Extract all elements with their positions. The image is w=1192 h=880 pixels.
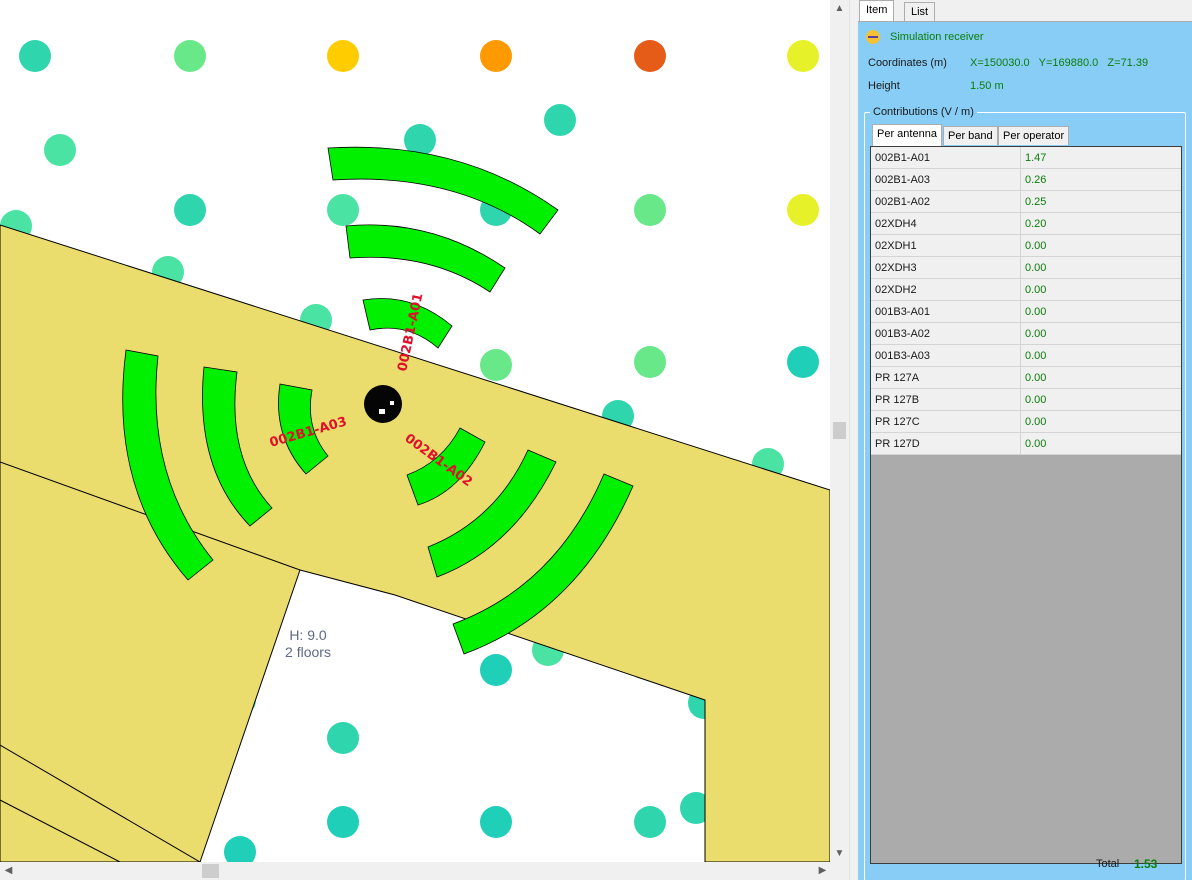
map-svg[interactable]: 002B1-A01 002B1-A03 002B1-A02 H: 9.0 2 f… xyxy=(0,0,830,862)
table-row[interactable]: PR 127D 0.00 xyxy=(871,433,1181,455)
tab-item[interactable]: Item xyxy=(859,0,895,21)
contribution-value-cell: 0.00 xyxy=(1025,372,1047,384)
contribution-value-cell: 0.00 xyxy=(1025,284,1047,296)
receiver-point[interactable] xyxy=(787,346,819,378)
antenna-name-cell: 001B3-A03 xyxy=(871,345,1021,367)
sector-a01-2[interactable] xyxy=(345,224,506,293)
table-row[interactable]: 001B3-A02 0.00 xyxy=(871,323,1181,345)
antenna-name-cell: 001B3-A01 xyxy=(871,301,1021,323)
scroll-up-arrow-icon[interactable]: ▲ xyxy=(830,0,849,17)
receiver-point[interactable] xyxy=(480,654,512,686)
antenna-name-cell: 02XDH1 xyxy=(871,235,1021,257)
antenna-name-cell: 02XDH4 xyxy=(871,213,1021,235)
receiver-point[interactable] xyxy=(224,836,256,862)
scroll-down-arrow-icon[interactable]: ▼ xyxy=(830,845,849,862)
antenna-name-cell: PR 127A xyxy=(871,367,1021,389)
table-row[interactable]: PR 127A 0.00 xyxy=(871,367,1181,389)
tab-per-antenna[interactable]: Per antenna xyxy=(872,124,942,146)
receiver-point[interactable] xyxy=(327,40,359,72)
height-value: 1.50 m xyxy=(970,80,1004,92)
contribution-value-cell: 0.25 xyxy=(1025,196,1047,208)
receiver-point[interactable] xyxy=(327,806,359,838)
receiver-point[interactable] xyxy=(327,194,359,226)
receiver-point[interactable] xyxy=(787,40,819,72)
tab-per-operator[interactable]: Per operator xyxy=(998,126,1070,145)
receiver-point[interactable] xyxy=(174,40,206,72)
table-row[interactable]: PR 127B 0.00 xyxy=(871,389,1181,411)
contribution-value-cell: 0.00 xyxy=(1025,438,1047,450)
antenna-name-cell: PR 127D xyxy=(871,433,1021,455)
receiver-point[interactable] xyxy=(787,194,819,226)
contribution-value-cell: 0.00 xyxy=(1025,416,1047,428)
tab-list[interactable]: List xyxy=(904,2,936,21)
contribution-value-cell: 0.00 xyxy=(1025,262,1047,274)
panel-splitter[interactable] xyxy=(849,0,858,880)
scroll-right-arrow-icon[interactable]: ▶ xyxy=(814,862,831,880)
antenna-name-cell: PR 127B xyxy=(871,389,1021,411)
contribution-value-cell: 0.00 xyxy=(1025,328,1047,340)
sector-a01-3[interactable] xyxy=(327,146,559,235)
receiver-point[interactable] xyxy=(634,194,666,226)
receiver-point[interactable] xyxy=(19,40,51,72)
contributions-table[interactable]: 002B1-A01 1.47 002B1-A03 0.26 002B1-A02 0.25 0… xyxy=(870,146,1182,864)
table-row[interactable]: PR 127C 0.00 xyxy=(871,411,1181,433)
table-row[interactable]: 001B3-A03 0.00 xyxy=(871,345,1181,367)
antenna-name-cell: 002B1-A02 xyxy=(871,191,1021,213)
horizontal-scroll-thumb[interactable] xyxy=(202,864,219,878)
antenna-name-cell: 001B3-A02 xyxy=(871,323,1021,345)
antenna-site[interactable] xyxy=(364,385,402,423)
receiver-point[interactable] xyxy=(634,806,666,838)
vertical-scroll-thumb[interactable] xyxy=(833,422,846,439)
contribution-value-cell: 0.00 xyxy=(1025,394,1047,406)
antenna-name-cell: 002B1-A01 xyxy=(871,147,1021,169)
map-canvas[interactable]: 002B1-A01 002B1-A03 002B1-A02 H: 9.0 2 f… xyxy=(0,0,830,862)
building-height-label: H: 9.0 xyxy=(289,627,327,643)
receiver-point[interactable] xyxy=(480,349,512,381)
total-value: 1.53 xyxy=(1134,857,1158,871)
receiver-title: Simulation receiver xyxy=(890,31,984,43)
table-row[interactable]: 02XDH2 0.00 xyxy=(871,279,1181,301)
table-row[interactable]: 002B1-A03 0.26 xyxy=(871,169,1181,191)
coordinates-label: Coordinates (m) xyxy=(868,57,947,69)
building-floors-label: 2 floors xyxy=(285,644,331,660)
receiver-point[interactable] xyxy=(634,346,666,378)
receiver-point[interactable] xyxy=(634,40,666,72)
table-row[interactable]: 02XDH4 0.20 xyxy=(871,213,1181,235)
panel-body: Simulation receiver Coordinates (m) X=15… xyxy=(858,21,1192,880)
height-label: Height xyxy=(868,80,900,92)
antenna-name-cell: PR 127C xyxy=(871,411,1021,433)
coordinates-value: X=150030.0 Y=169880.0 Z=71.39 xyxy=(970,57,1149,69)
antenna-name-cell: 02XDH2 xyxy=(871,279,1021,301)
properties-panel: Item List Simulation receiver Coordinate… xyxy=(858,0,1192,880)
contribution-value-cell: 0.26 xyxy=(1025,174,1047,186)
contributions-title: Contributions (V / m) xyxy=(870,106,977,118)
table-row[interactable]: 002B1-A01 1.47 xyxy=(871,147,1181,169)
receiver-point[interactable] xyxy=(327,722,359,754)
scroll-left-arrow-icon[interactable]: ◀ xyxy=(0,862,17,880)
receiver-point[interactable] xyxy=(544,104,576,136)
receiver-point[interactable] xyxy=(480,40,512,72)
map-horizontal-scrollbar[interactable]: ◀ ▶ xyxy=(0,862,849,880)
antenna-name-cell: 02XDH3 xyxy=(871,257,1021,279)
contribution-value-cell: 0.20 xyxy=(1025,218,1047,230)
receiver-point[interactable] xyxy=(174,194,206,226)
contribution-value-cell: 0.00 xyxy=(1025,350,1047,362)
table-row[interactable]: 001B3-A01 0.00 xyxy=(871,301,1181,323)
contribution-value-cell: 0.00 xyxy=(1025,306,1047,318)
table-row[interactable]: 02XDH1 0.00 xyxy=(871,235,1181,257)
contribution-value-cell: 1.47 xyxy=(1025,152,1047,164)
contribution-value-cell: 0.00 xyxy=(1025,240,1047,252)
receiver-point[interactable] xyxy=(44,134,76,166)
antenna-name-cell: 002B1-A03 xyxy=(871,169,1021,191)
table-row[interactable]: 002B1-A02 0.25 xyxy=(871,191,1181,213)
receiver-icon xyxy=(866,30,880,44)
receiver-point[interactable] xyxy=(480,806,512,838)
map-vertical-scrollbar[interactable]: ▲ ▼ xyxy=(830,0,849,862)
total-label: Total xyxy=(1096,858,1120,870)
tab-per-band[interactable]: Per band xyxy=(943,126,998,145)
table-row[interactable]: 02XDH3 0.00 xyxy=(871,257,1181,279)
